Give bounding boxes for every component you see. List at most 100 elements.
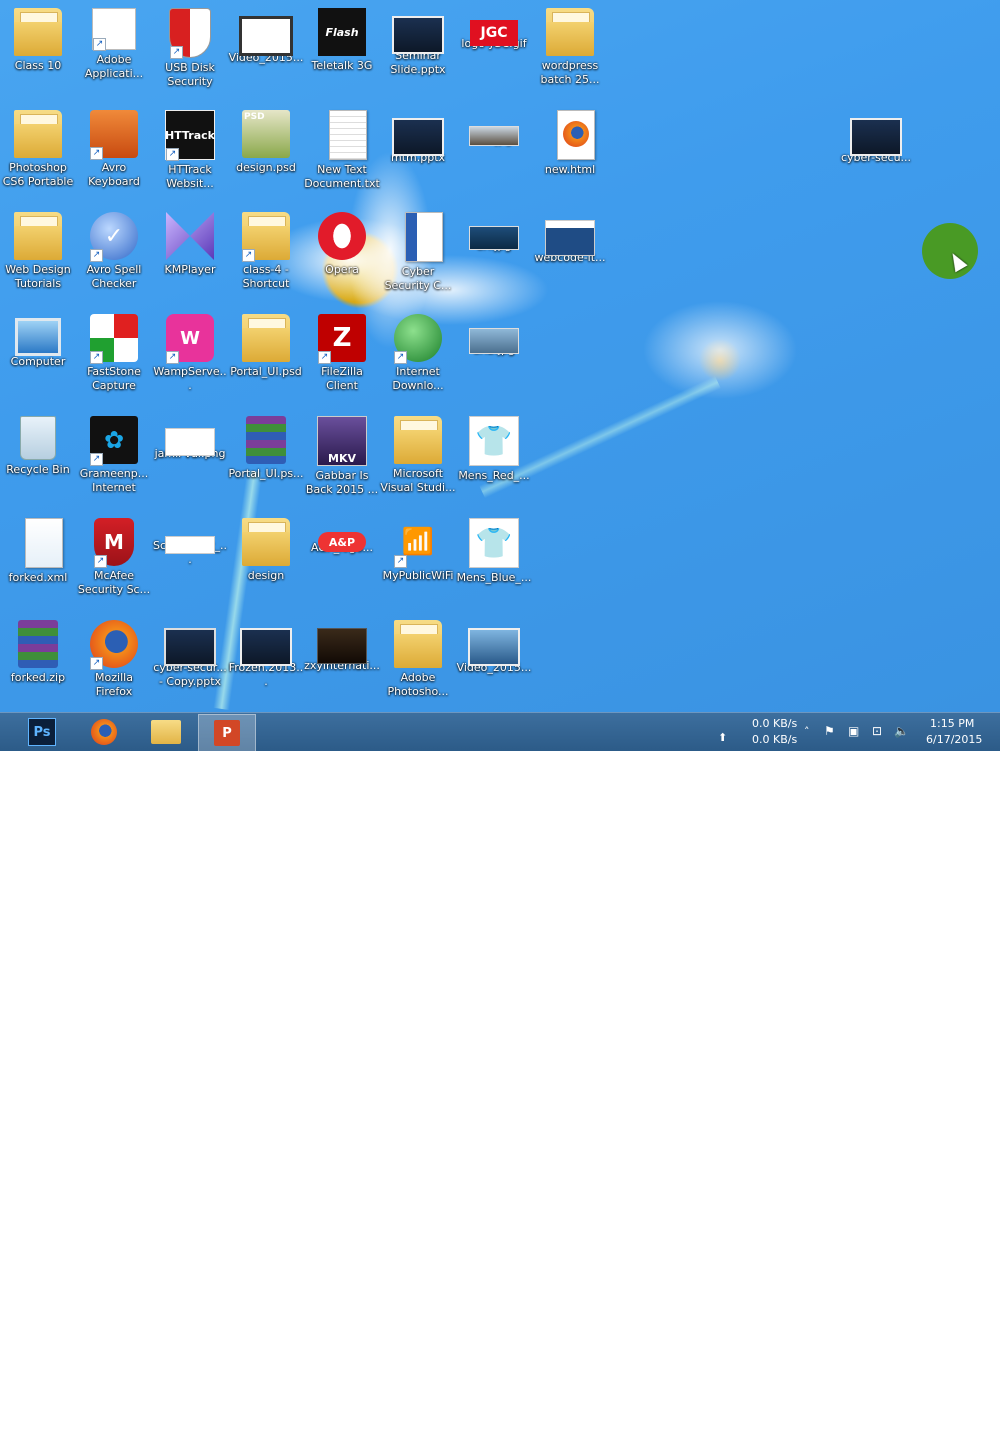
action-center-flag-icon[interactable]: ⚑ — [824, 724, 835, 738]
kmplayer-icon — [166, 212, 214, 260]
taskbar-powerpoint[interactable]: P — [198, 714, 256, 752]
icon-label: design.psd — [236, 161, 296, 174]
icon-label: Internet Downlo... — [392, 365, 444, 392]
desktop-icon-design-folder[interactable]: design — [228, 510, 304, 606]
desktop-icon-wampserver[interactable]: W ↗ WampServe... — [152, 306, 228, 402]
desktop-icon-design-psd[interactable]: PSD design.psd — [228, 102, 304, 198]
taskbar-photoshop[interactable]: Ps — [14, 714, 70, 750]
desktop-icon-mcafee[interactable]: M ↗ McAfee Security Sc... — [76, 510, 152, 606]
desktop-icon-faststone-capture[interactable]: ↗ FastStone Capture — [76, 306, 152, 402]
desktop-icon-avro-keyboard[interactable]: ↗ Avro Keyboard — [76, 102, 152, 198]
computer-icon — [15, 318, 61, 356]
volume-icon[interactable]: 🔈 — [894, 724, 909, 738]
desktop-icon-filezilla[interactable]: Z ↗ FileZilla Client — [304, 306, 380, 402]
desktop-icon-portal-ui-psd[interactable]: Portal_UI.psd — [228, 306, 304, 402]
spell-checker-icon: ✓ ↗ — [90, 212, 138, 262]
desktop-icon-adobe-applications[interactable]: ↗ Adobe Applicati... — [76, 0, 152, 96]
taskbar: Ps P ⬇ 0.0 KB/s 0.0 KB/s ⬆ ˄ ⚑ ▣ ⊡ 🔈 1:1… — [0, 712, 1000, 1450]
shortcut-arrow-icon: ↗ — [94, 555, 107, 568]
desktop-icon-mens-red[interactable]: 👕 Mens_Red_... — [456, 408, 532, 504]
desktop-icon-adobe-photoshop-folder[interactable]: Adobe Photosho... — [380, 612, 456, 708]
desktop-icon-cyber-security-docx[interactable]: Cyber Security C... — [380, 204, 456, 300]
taskbar-file-explorer[interactable] — [138, 714, 194, 750]
desktop-icon-visual-studio-folder[interactable]: Microsoft Visual Studi... — [380, 408, 456, 504]
icon-label: forked.zip — [10, 671, 66, 684]
pptx-file-icon — [392, 16, 444, 54]
desktop-icon-cyber-security-pptx[interactable]: cyber-secu... — [838, 102, 914, 198]
clock-time[interactable]: 1:15 PM — [930, 717, 974, 730]
word-document-icon — [405, 212, 443, 262]
desktop-icon-url2-jpg[interactable]: url2.jpg — [456, 306, 532, 402]
desktop-icon-grameenphone-internet[interactable]: ✿ ↗ Grameenp... Internet — [76, 408, 152, 504]
desktop-icon-avro-spell-checker[interactable]: ✓ ↗ Avro Spell Checker — [76, 204, 152, 300]
network-icon[interactable]: ⊡ — [872, 724, 882, 738]
desktop-icon-zxyinternational[interactable]: zxyinternati... — [304, 612, 380, 708]
icon-label: Portal_UI.psd — [230, 365, 302, 378]
image-thumbnail-icon — [469, 126, 519, 146]
desktop-icon-new-html[interactable]: new.html — [532, 102, 608, 198]
power-icon[interactable]: ▣ — [848, 724, 859, 738]
desktop-icon-video-2015-b[interactable]: Video_2015... — [456, 612, 532, 708]
shortcut-arrow-icon: ↗ — [90, 351, 103, 364]
icon-label: USB Disk Security — [165, 61, 215, 88]
desktop-icon-gabbar-is-back[interactable]: MKV Gabbar Is Back 2015 ... — [304, 408, 380, 504]
desktop-icon-mypublicwifi[interactable]: 📶 ↗ MyPublicWiFi — [380, 510, 456, 606]
desktop-icon-class-4-shortcut[interactable]: ↗ class-4 - Shortcut — [228, 204, 304, 300]
firefox-icon — [91, 719, 117, 745]
desktop-icon-screenshot[interactable]: Screenshot_... — [152, 510, 228, 606]
desktop-icon-jamil-vai-png[interactable]: jamil vai.png — [152, 408, 228, 504]
adobe-applications-icon: ↗ — [92, 8, 136, 51]
icon-label: Opera — [325, 263, 359, 276]
desktop-icon-web-design-tutorials[interactable]: Web Design Tutorials — [0, 204, 76, 300]
folder-icon: ↗ — [242, 212, 290, 262]
desktop-icon-forked-xml[interactable]: forked.xml — [0, 510, 76, 606]
desktop-icon-usb-disk-security[interactable]: ↗ USB Disk Security — [152, 0, 228, 96]
desktop-icon-computer[interactable]: Computer — [0, 306, 76, 402]
folder-icon — [394, 416, 442, 464]
pptx-file-icon — [392, 118, 444, 156]
cursor-highlight — [922, 223, 978, 279]
desktop-icon-new-text-document[interactable]: New Text Document.txt — [304, 102, 380, 198]
faststone-icon: ↗ — [90, 314, 138, 364]
icon-label: Mens_Red_... — [458, 469, 530, 482]
shortcut-arrow-icon: ↗ — [318, 351, 331, 364]
icon-label: Cyber Security C... — [384, 265, 452, 292]
desktop-icon-logo-jgc-gif[interactable]: JGC logo-JGC.gif — [456, 0, 532, 96]
desktop-icon-class-10[interactable]: Class 10 — [0, 0, 76, 96]
desktop-icon-portal-ui-ps-rar[interactable]: Portal_UI.ps... — [228, 408, 304, 504]
desktop-icon-mozilla-firefox[interactable]: ↗ Mozilla Firefox — [76, 612, 152, 708]
desktop-icon-mens-blue[interactable]: 👕 Mens_Blue_... — [456, 510, 532, 606]
desktop-icon-sur-jpg[interactable]: sur.jpg — [456, 102, 532, 198]
desktop-icon-teletalk-3g[interactable]: Flash Teletalk 3G — [304, 0, 380, 96]
desktop-icon-httrack[interactable]: HTTrack ↗ HTTrack Websit... — [152, 102, 228, 198]
shortcut-arrow-icon: ↗ — [90, 453, 103, 466]
image-thumbnail-icon — [165, 536, 215, 554]
upload-arrow-icon — [716, 713, 730, 727]
desktop-icon-forked-zip[interactable]: forked.zip — [0, 612, 76, 708]
desktop-icon-frozen-2013[interactable]: Frozen.2013... — [228, 612, 304, 708]
clock-date[interactable]: 6/17/2015 — [926, 733, 982, 746]
shortcut-arrow-icon: ↗ — [394, 351, 407, 364]
desktop-icon-cyber-security-copy-pptx[interactable]: cyber-secur... - Copy.pptx — [152, 612, 228, 708]
desktop-icon-url-jpg[interactable]: url.jpg — [456, 204, 532, 300]
blue-tshirt-icon: 👕 — [469, 518, 519, 568]
desktop-icon-internet-download-manager[interactable]: ↗ Internet Downlo... — [380, 306, 456, 402]
shortcut-arrow-icon: ↗ — [394, 555, 407, 568]
desktop-icon-photoshop-portable[interactable]: Photoshop CS6 Portable — [0, 102, 76, 198]
desktop-icon-recycle-bin[interactable]: Recycle Bin — [0, 408, 76, 504]
desktop-icon-seminar-slide-pptx[interactable]: Seminar Slide.pptx — [380, 0, 456, 96]
desktop-icon-mtm-pptx[interactable]: mtm.pptx — [380, 102, 456, 198]
desktop-icon-ap-logo[interactable]: A&P A&P_logo... — [304, 510, 380, 606]
icon-label: FileZilla Client — [321, 365, 363, 392]
show-hidden-icons-chevron-icon[interactable]: ˄ — [804, 725, 810, 738]
folder-icon — [242, 314, 290, 362]
desktop-icon-video-2015-a[interactable]: Video_2015... — [228, 0, 304, 96]
desktop-icon-opera[interactable]: Opera — [304, 204, 380, 300]
icon-label: forked.xml — [8, 571, 68, 584]
desktop-icon-wordpress-batch[interactable]: wordpress batch 25... — [532, 0, 608, 96]
desktop-icon-webcode-it[interactable]: webcode-it... — [532, 204, 608, 300]
desktop-icon-kmplayer[interactable]: KMPlayer — [152, 204, 228, 300]
desktop[interactable]: Class 10 Photoshop CS6 Portable Web Desi… — [0, 0, 1000, 712]
icon-label: class-4 - Shortcut — [242, 263, 290, 290]
taskbar-firefox[interactable] — [76, 714, 132, 750]
